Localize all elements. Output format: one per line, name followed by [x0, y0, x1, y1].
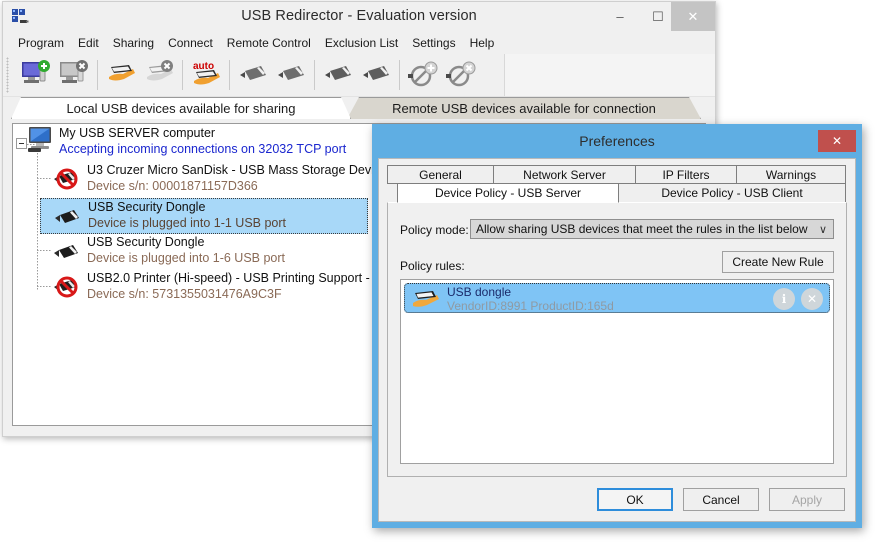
tab-warnings[interactable]: Warnings	[736, 165, 846, 184]
policy-mode-value: Allow sharing USB devices that meet the …	[476, 222, 808, 236]
preferences-body: General Network Server IP Filters Warnin…	[378, 158, 856, 522]
preferences-tabs: General Network Server IP Filters Warnin…	[387, 165, 847, 203]
tree-root-status: Accepting incoming connections on 32032 …	[59, 142, 347, 156]
add-usb-server-icon[interactable]	[404, 57, 442, 93]
toolbar-separator	[182, 60, 183, 90]
minimize-button[interactable]: –	[601, 2, 639, 31]
toolbar: auto	[3, 54, 715, 97]
policy-rules-list[interactable]: USB dongle VendorID:8991 ProductID:165d …	[400, 279, 834, 464]
tab-general[interactable]: General	[387, 165, 494, 184]
close-button[interactable]: ✕	[671, 2, 715, 31]
device-policy-usb-server-panel: Policy mode: Allow sharing USB devices t…	[387, 202, 847, 477]
connect-device-icon[interactable]	[234, 57, 272, 93]
tree-guide	[37, 178, 51, 179]
menu-connect[interactable]: Connect	[161, 34, 220, 52]
tab-ip-filters-label: IP Filters	[662, 167, 710, 182]
menu-bar: Program Edit Sharing Connect Remote Cont…	[3, 32, 715, 54]
unshare-device-icon[interactable]	[140, 57, 178, 93]
menu-sharing[interactable]: Sharing	[106, 34, 161, 52]
create-new-rule-button[interactable]: Create New Rule	[722, 251, 834, 273]
cancel-button[interactable]: Cancel	[683, 488, 759, 511]
preferences-close-button[interactable]: ✕	[818, 130, 856, 152]
tab-network-server[interactable]: Network Server	[493, 165, 636, 184]
title-bar: USB Redirector - Evaluation version – ☐ …	[3, 2, 715, 32]
tree-device-detail: Device s/n: 5731355031476A9C3F	[87, 287, 282, 301]
usb-blocked-icon	[53, 168, 81, 192]
disconnect-remote-icon[interactable]	[357, 57, 395, 93]
tab-device-policy-usb-client-label: Device Policy - USB Client	[661, 186, 803, 200]
tree-device-title: USB Security Dongle	[87, 235, 205, 249]
usb-blocked-icon	[53, 276, 81, 300]
tab-device-policy-usb-client[interactable]: Device Policy - USB Client	[618, 183, 846, 203]
menu-settings[interactable]: Settings	[405, 34, 462, 52]
apply-button: Apply	[769, 488, 845, 511]
usb-plug-icon	[53, 240, 81, 264]
remove-usb-server-icon[interactable]	[442, 57, 480, 93]
tab-local-usb-devices-label: Local USB devices available for sharing	[66, 101, 296, 116]
policy-mode-dropdown[interactable]: Allow sharing USB devices that meet the …	[470, 219, 834, 239]
preferences-dialog: Preferences ✕ General Network Server IP …	[372, 124, 862, 528]
share-device-icon[interactable]	[102, 57, 140, 93]
toolbar-separator	[229, 60, 230, 90]
tab-warnings-label: Warnings	[765, 167, 817, 182]
preferences-title: Preferences	[579, 133, 655, 149]
tab-general-label: General	[419, 167, 462, 182]
menu-exclusion-list[interactable]: Exclusion List	[318, 34, 405, 52]
usb-dongle-rule-icon	[411, 288, 441, 310]
main-window-tabs: Local USB devices available for sharing …	[11, 97, 707, 119]
tree-device-title: USB Security Dongle	[88, 200, 206, 214]
tab-remote-usb-devices-label: Remote USB devices available for connect…	[392, 101, 656, 116]
share-computer-icon[interactable]	[17, 57, 55, 93]
tree-device-detail: Device is plugged into 1-6 USB port	[87, 251, 286, 265]
policy-rule-detail: VendorID:8991 ProductID:165d	[447, 299, 614, 313]
tab-local-usb-devices[interactable]: Local USB devices available for sharing	[11, 97, 351, 119]
tree-guide	[37, 286, 51, 287]
policy-mode-label: Policy mode:	[400, 223, 469, 237]
preferences-button-bar: OK Cancel Apply	[597, 488, 845, 511]
chevron-down-icon: ∨	[818, 224, 827, 236]
usb-plug-icon	[54, 205, 82, 229]
policy-rule-info-icon[interactable]: ℹ	[773, 288, 795, 310]
tree-root-title: My USB SERVER computer	[59, 126, 216, 140]
tab-remote-usb-devices[interactable]: Remote USB devices available for connect…	[347, 97, 701, 119]
menu-program[interactable]: Program	[11, 34, 71, 52]
toolbar-empty-area	[504, 54, 715, 96]
policy-rule-row[interactable]: USB dongle VendorID:8991 ProductID:165d …	[404, 283, 830, 313]
auto-share-icon[interactable]: auto	[187, 57, 225, 93]
tab-device-policy-usb-server[interactable]: Device Policy - USB Server	[397, 183, 619, 203]
policy-rules-label: Policy rules:	[400, 259, 465, 273]
tree-device-title: U3 Cruzer Micro SanDisk - USB Mass Stora…	[87, 163, 388, 177]
policy-rule-title: USB dongle	[447, 285, 512, 299]
ok-button[interactable]: OK	[597, 488, 673, 511]
toolbar-separator	[97, 60, 98, 90]
tree-device-title: USB2.0 Printer (Hi-speed) - USB Printing…	[87, 271, 391, 285]
menu-help[interactable]: Help	[463, 34, 502, 52]
tab-network-server-label: Network Server	[523, 167, 606, 182]
connect-remote-icon[interactable]	[319, 57, 357, 93]
tree-device-row-selected[interactable]: USB Security Dongle Device is plugged in…	[40, 198, 368, 234]
disconnect-device-icon[interactable]	[272, 57, 310, 93]
tree-guide	[37, 250, 51, 251]
toolbar-separator	[314, 60, 315, 90]
tab-ip-filters[interactable]: IP Filters	[635, 165, 737, 184]
menu-edit[interactable]: Edit	[71, 34, 106, 52]
tree-device-detail: Device s/n: 00001871157D366	[87, 179, 258, 193]
tab-device-policy-usb-server-label: Device Policy - USB Server	[434, 186, 582, 200]
unshare-computer-icon[interactable]	[55, 57, 93, 93]
tree-device-detail: Device is plugged into 1-1 USB port	[88, 216, 287, 230]
policy-rule-delete-icon[interactable]: ✕	[801, 288, 823, 310]
toolbar-separator	[399, 60, 400, 90]
tree-guide-vertical	[37, 144, 38, 290]
menu-remote-control[interactable]: Remote Control	[220, 34, 318, 52]
